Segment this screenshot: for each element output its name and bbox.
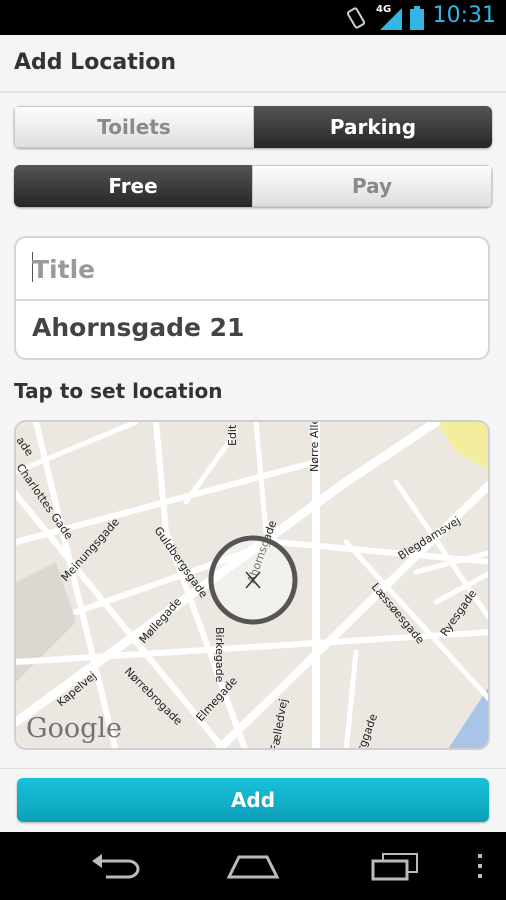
map-label: Tap to set location	[14, 379, 223, 403]
battery-icon	[410, 6, 424, 30]
main-content: Toilets Parking Free Pay Ahornsgade 21 T…	[0, 93, 506, 768]
free-option[interactable]: Free	[14, 165, 252, 207]
location-marker	[208, 535, 298, 625]
toilets-option[interactable]: Toilets	[14, 106, 254, 148]
home-icon	[226, 855, 280, 879]
address-value: Ahornsgade 21	[32, 313, 245, 342]
map-canvas: Nørre Allé Edit Blegdamsvej Læssøesgade …	[16, 422, 488, 748]
fee-toggle: Free Pay	[14, 165, 492, 207]
pay-option[interactable]: Pay	[252, 165, 492, 207]
app-bar: Add Location	[0, 35, 506, 93]
recents-button[interactable]	[365, 848, 425, 884]
clock: 10:31	[432, 3, 496, 28]
action-bar: Add	[0, 768, 506, 833]
navigation-bar	[0, 832, 506, 900]
parking-option[interactable]: Parking	[254, 106, 492, 148]
status-bar: 4G 10:31	[0, 0, 506, 35]
street-label: Edit	[226, 424, 239, 446]
google-attribution: Google	[26, 713, 122, 744]
street-label: Birkegade	[213, 627, 226, 683]
title-input[interactable]	[30, 246, 474, 292]
signal-icon	[380, 8, 402, 30]
menu-icon	[478, 854, 482, 878]
status-icons: 4G	[344, 4, 424, 31]
home-button[interactable]	[222, 848, 284, 884]
recents-icon	[371, 853, 418, 881]
menu-button[interactable]	[468, 848, 492, 884]
address-row[interactable]: Ahornsgade 21	[16, 299, 488, 360]
back-button[interactable]	[84, 848, 144, 884]
location-map[interactable]: Nørre Allé Edit Blegdamsvej Læssøesgade …	[14, 420, 490, 750]
street-label: Nørre Allé	[308, 422, 321, 472]
rotate-icon	[346, 7, 366, 29]
signal-indicator: 4G	[376, 4, 402, 30]
type-toggle: Toilets Parking	[14, 106, 492, 148]
location-form: Ahornsgade 21	[14, 236, 490, 360]
add-button[interactable]: Add	[17, 778, 489, 822]
page-title: Add Location	[14, 50, 177, 75]
title-row	[16, 238, 488, 301]
back-icon	[92, 854, 140, 879]
